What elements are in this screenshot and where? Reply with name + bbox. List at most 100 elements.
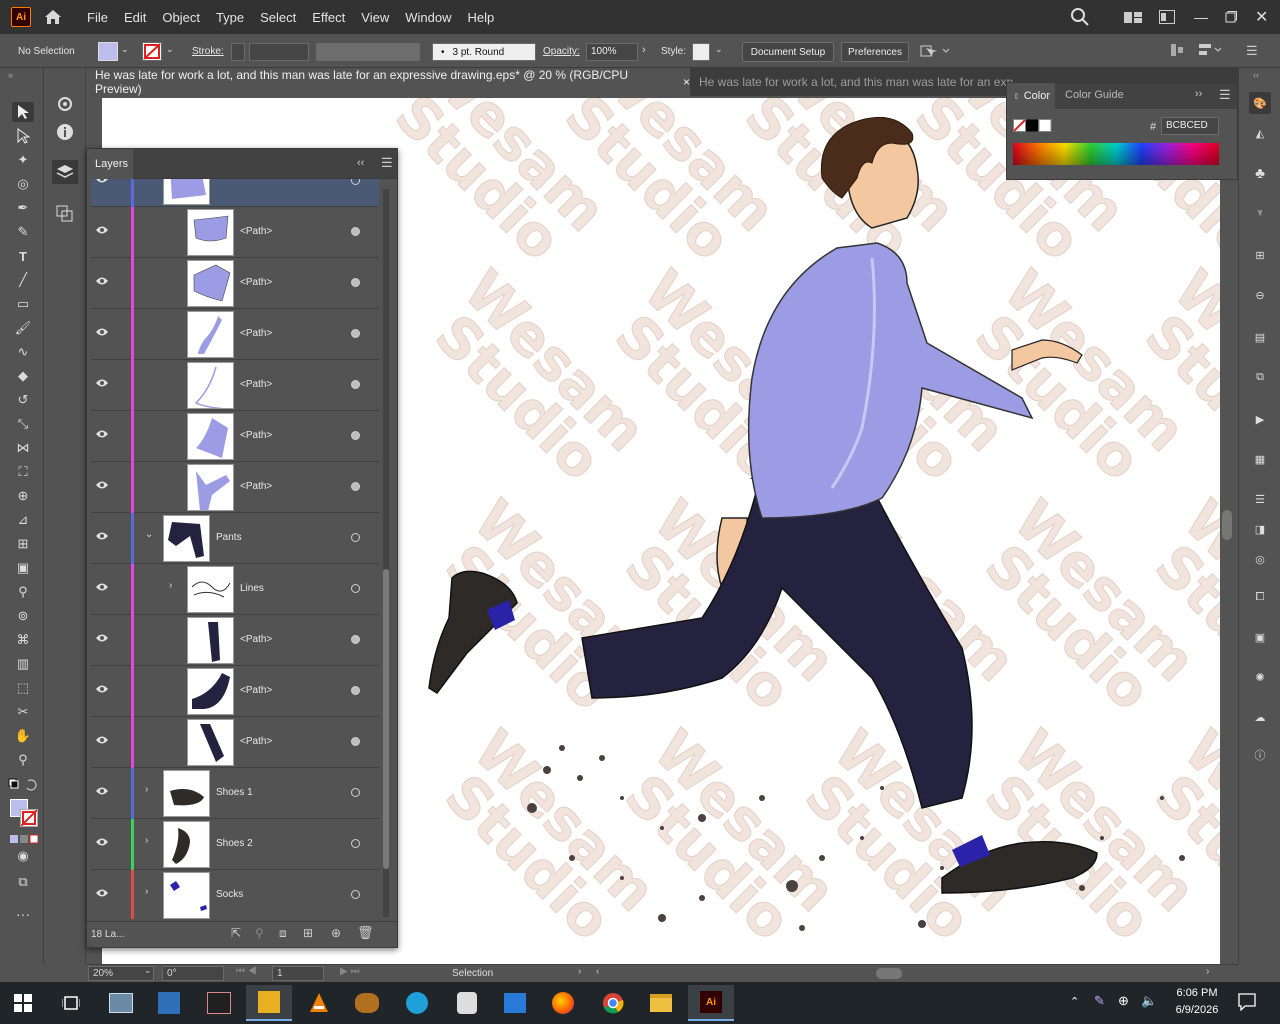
artboard-number[interactable]: 1 [272,966,324,981]
menu-file[interactable]: File [79,10,116,25]
opacity-label[interactable]: Opacity: [543,46,580,57]
target-circle-icon[interactable] [351,788,360,797]
links-icon[interactable]: ⊖ [1249,284,1271,306]
horizontal-scrollbar-thumb[interactable] [876,968,902,979]
target-circle-icon[interactable] [351,227,360,236]
close-window-icon[interactable]: ✕ [1255,0,1268,34]
minimize-icon[interactable]: — [1194,0,1208,34]
target-circle-icon[interactable] [351,533,360,542]
menu-window[interactable]: Window [397,10,459,25]
layers-tab[interactable]: Layers [87,149,133,179]
stroke-swatch[interactable] [142,42,162,61]
collapse-icon[interactable]: » [8,70,13,80]
layer-name[interactable]: <Path> [240,328,272,339]
libraries-icon[interactable]: ☁ [1249,706,1271,728]
eraser-icon[interactable]: ◆ [12,366,34,386]
layer-row-lines[interactable]: › Lines [91,564,379,615]
chevron-right-icon[interactable]: › [169,580,172,591]
slice-tool-icon[interactable]: ✂ [12,702,34,722]
menu-object[interactable]: Object [154,10,208,25]
default-colors-icon[interactable] [8,778,38,795]
visibility-eye-icon[interactable] [95,784,109,798]
file-explorer-icon[interactable] [638,985,684,1021]
chevron-right-icon[interactable]: › [642,44,646,56]
visibility-eye-icon[interactable] [95,682,109,696]
document-setup-button[interactable]: Document Setup [742,42,834,62]
preferences-button[interactable]: Preferences [841,42,909,62]
visibility-eye-icon[interactable] [95,325,109,339]
layer-row-path[interactable]: <Path> [91,258,379,309]
rectangle-tool-icon[interactable]: ▭ [12,294,34,314]
paintbrush-icon[interactable]: 🖌 [12,318,34,338]
blend-tool-icon[interactable]: ⊚ [12,606,34,626]
panel-menu-icon[interactable]: ☰ [381,155,393,171]
color-panel-icon[interactable]: 🎨 [1249,92,1271,114]
scroll-left-icon[interactable]: ‹ [596,966,599,977]
photo-app-icon[interactable] [394,985,440,1021]
store-icon[interactable] [492,985,538,1021]
visibility-eye-icon[interactable] [95,529,109,543]
color-spectrum[interactable] [1013,143,1219,165]
vlc-icon[interactable] [296,985,342,1021]
document-info-icon[interactable]: ⓘ [1249,744,1271,766]
magic-wand-icon[interactable]: ✦ [12,150,34,170]
layer-row-path[interactable]: <Path> [91,615,379,666]
menu-select[interactable]: Select [252,10,304,25]
menu-edit[interactable]: Edit [116,10,154,25]
visibility-eye-icon[interactable] [95,376,109,390]
hand-tool-icon[interactable]: ✋ [12,726,34,746]
target-circle-icon[interactable] [351,482,360,491]
chevron-right-icon[interactable]: › [145,886,148,897]
stroke-stepper[interactable] [231,43,245,61]
visibility-eye-icon[interactable] [95,835,109,849]
visibility-eye-icon[interactable] [95,580,109,594]
new-sublayer-icon[interactable]: ⊞ [303,926,313,940]
target-circle-icon[interactable] [351,737,360,746]
search-icon[interactable] [1070,0,1090,34]
visibility-eye-icon[interactable] [95,179,109,186]
clock-time[interactable]: 6:06 PM [1170,987,1224,999]
type-tool-icon[interactable]: T [12,246,34,266]
perspective-grid-icon[interactable]: ⊿ [12,510,34,530]
visibility-eye-icon[interactable] [95,274,109,288]
tab-active-document[interactable]: He was late for work a lot, and this man… [86,68,690,96]
clock-date[interactable]: 6/9/2026 [1170,1004,1224,1016]
graphic-styles-icon[interactable]: ▣ [1249,626,1271,648]
stroke-panel-icon[interactable]: ☰ [1249,488,1271,510]
curvature-tool-icon[interactable]: ✎ [12,222,34,242]
chevron-down-icon[interactable]: ⌄ [144,965,152,976]
locate-object-icon[interactable]: ⚲ [255,926,264,940]
image-trace-icon[interactable]: ✺ [1249,666,1271,688]
clipping-mask-icon[interactable]: ⧈ [279,926,287,941]
more-tools-icon[interactable]: ··· [12,904,34,924]
studio-app-icon[interactable] [196,985,242,1021]
media-app-icon[interactable] [246,985,292,1021]
shape-builder-icon[interactable]: ⊕ [12,486,34,506]
align-panel-icon[interactable]: ▤ [1249,326,1271,348]
align-icon[interactable] [1170,43,1184,60]
rotate-tool-icon[interactable]: ↺ [12,390,34,410]
appearance-icon[interactable]: ⧠ [1249,586,1271,608]
fill-swatch[interactable] [98,42,118,61]
visibility-eye-icon[interactable] [95,478,109,492]
color-guide-icon[interactable]: ◭ [1249,122,1271,144]
opacity-input[interactable]: 100% [586,43,638,61]
layer-name[interactable]: Socks [216,889,243,900]
collapse-panel-icon[interactable]: ‹‹ [357,157,364,169]
layer-name[interactable]: Pants [216,532,242,543]
chevron-right-icon[interactable]: › [145,784,148,795]
chevron-down-icon[interactable]: ⌄ [715,44,723,55]
layer-name[interactable]: <Path> [240,379,272,390]
info-icon[interactable] [55,122,75,145]
first-artboard-icon[interactable]: ⏮ ◀ [236,966,257,977]
canvas-scrollbar-thumb[interactable] [1222,510,1232,540]
symbol-sprayer-icon[interactable]: ⌘ [12,630,34,650]
stroke-color-icon[interactable] [20,809,38,827]
visibility-eye-icon[interactable] [95,427,109,441]
transparency-icon[interactable]: ◎ [1249,548,1271,570]
collapse-panel-icon[interactable]: ›› [1195,88,1202,100]
target-circle-icon[interactable] [351,380,360,389]
symbols-icon[interactable]: ♣ [1249,162,1271,184]
target-circle-icon[interactable] [351,179,360,185]
pathfinder-icon[interactable]: ⧉ [1249,366,1271,388]
